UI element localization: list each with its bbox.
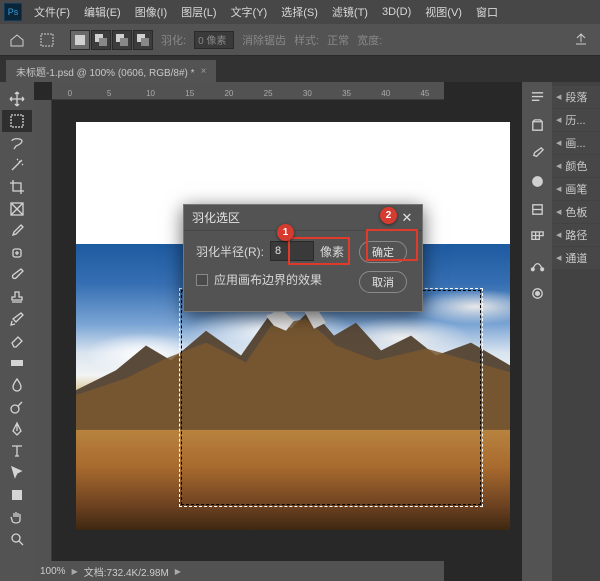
home-icon[interactable] (6, 29, 28, 51)
menu-filter[interactable]: 滤镜(T) (326, 2, 374, 22)
panel-tab-channels[interactable]: ◀通道 (552, 247, 600, 269)
panel-tab-swatches[interactable]: ◀色板 (552, 201, 600, 223)
selection-add[interactable] (91, 30, 111, 50)
document-tab[interactable]: 未标题-1.psd @ 100% (0606, RGB/8#) * × (6, 60, 216, 82)
share-icon[interactable] (570, 29, 592, 51)
panels-icon-strip (522, 82, 552, 581)
brushes-panel-icon[interactable] (528, 144, 546, 162)
selection-intersect[interactable] (133, 30, 153, 50)
selection-subtract[interactable] (112, 30, 132, 50)
feather-input[interactable] (194, 31, 234, 49)
menu-type[interactable]: 文字(Y) (225, 2, 274, 22)
history-panel-icon[interactable] (528, 116, 546, 134)
selection-marquee (181, 290, 481, 505)
lasso-tool[interactable] (2, 132, 32, 154)
menu-3d[interactable]: 3D(D) (376, 4, 417, 20)
panel-tab-color[interactable]: ◀颜色 (552, 155, 600, 177)
annotation-2: 2 (380, 207, 397, 224)
brush-tool[interactable] (2, 264, 32, 286)
dialog-close-button[interactable]: ✕ (398, 209, 416, 227)
menu-bar: Ps 文件(F) 编辑(E) 图像(I) 图层(L) 文字(Y) 选择(S) 滤… (0, 0, 600, 24)
docinfo-chevron-icon[interactable]: ▶ (175, 567, 181, 576)
stamp-tool[interactable] (2, 286, 32, 308)
menu-image[interactable]: 图像(I) (129, 2, 173, 22)
style-value[interactable]: 正常 (327, 32, 349, 48)
panel-tab-history[interactable]: ◀历... (552, 109, 600, 131)
feather-label: 羽化: (161, 32, 186, 48)
marquee-tool[interactable] (2, 110, 32, 132)
doc-info: 文档:732.4K/2.98M (84, 564, 169, 579)
ok-button[interactable]: 确定 (359, 241, 407, 263)
ruler-vertical[interactable] (34, 100, 52, 561)
color-panel-icon[interactable] (528, 172, 546, 190)
status-bar: 100% ▶ 文档:732.4K/2.98M ▶ (34, 561, 444, 581)
swatches-panel-icon[interactable] (528, 228, 546, 246)
ruler-horizontal[interactable]: 0 5 10 15 20 25 30 35 40 45 (52, 82, 444, 100)
blur-tool[interactable] (2, 374, 32, 396)
cancel-button[interactable]: 取消 (359, 271, 407, 293)
selection-mode-group (70, 30, 153, 50)
menu-view[interactable]: 视图(V) (419, 2, 468, 22)
feather-radius-label: 羽化半径(R): (196, 243, 264, 260)
paragraph-panel-icon[interactable] (528, 88, 546, 106)
pen-tool[interactable] (2, 418, 32, 440)
gradient-tool[interactable] (2, 352, 32, 374)
feather-radius-input[interactable] (270, 241, 314, 261)
eyedropper-tool[interactable] (2, 220, 32, 242)
zoom-tool[interactable] (2, 528, 32, 550)
menu-select[interactable]: 选择(S) (275, 2, 324, 22)
crop-tool[interactable] (2, 176, 32, 198)
app-logo-icon: Ps (4, 3, 22, 21)
canvas-area: 0 5 10 15 20 25 30 35 40 45 (34, 82, 522, 581)
magic-wand-tool[interactable] (2, 154, 32, 176)
type-tool[interactable] (2, 440, 32, 462)
panel-tab-brushes[interactable]: ◀画... (552, 132, 600, 154)
dodge-tool[interactable] (2, 396, 32, 418)
paths-panel-icon[interactable] (528, 256, 546, 274)
eraser-tool[interactable] (2, 330, 32, 352)
options-bar: 羽化: 消除锯齿 样式: 正常 宽度: (0, 24, 600, 56)
channels-panel-icon[interactable] (528, 284, 546, 302)
zoom-chevron-icon[interactable]: ▶ (72, 567, 78, 576)
move-tool[interactable] (2, 88, 32, 110)
healing-tool[interactable] (2, 242, 32, 264)
selection-new[interactable] (70, 30, 90, 50)
dialog-title: 羽化选区 (192, 209, 240, 226)
close-tab-icon[interactable]: × (201, 66, 207, 77)
antialias-label: 消除锯齿 (242, 32, 286, 48)
annotation-1: 1 (277, 224, 294, 241)
menu-file[interactable]: 文件(F) (28, 2, 76, 22)
width-label: 宽度: (357, 32, 382, 48)
apply-canvas-bounds-checkbox[interactable] (196, 274, 208, 286)
apply-canvas-bounds-label: 应用画布边界的效果 (214, 271, 322, 288)
shape-tool[interactable] (2, 484, 32, 506)
menu-edit[interactable]: 编辑(E) (78, 2, 127, 22)
brush-settings-panel-icon[interactable] (528, 200, 546, 218)
panel-tab-brush-settings[interactable]: ◀画笔 (552, 178, 600, 200)
frame-tool[interactable] (2, 198, 32, 220)
panel-tab-paths[interactable]: ◀路径 (552, 224, 600, 246)
tools-panel (0, 82, 34, 581)
zoom-level[interactable]: 100% (40, 566, 66, 577)
marquee-tool-icon[interactable] (36, 29, 58, 51)
menu-window[interactable]: 窗口 (470, 2, 504, 22)
document-tab-title: 未标题-1.psd @ 100% (0606, RGB/8#) * (16, 64, 195, 79)
hand-tool[interactable] (2, 506, 32, 528)
panel-tab-paragraph[interactable]: ◀段落 (552, 86, 600, 108)
document-tab-bar: 未标题-1.psd @ 100% (0606, RGB/8#) * × (0, 56, 600, 82)
history-brush-tool[interactable] (2, 308, 32, 330)
style-label: 样式: (294, 32, 319, 48)
path-select-tool[interactable] (2, 462, 32, 484)
feather-radius-unit: 像素 (320, 243, 344, 260)
panels-dock: ◀段落 ◀历... ◀画... ◀颜色 ◀画笔 ◀色板 ◀路径 ◀通道 (522, 82, 600, 581)
menu-layer[interactable]: 图层(L) (175, 2, 222, 22)
document-canvas[interactable] (76, 122, 510, 530)
